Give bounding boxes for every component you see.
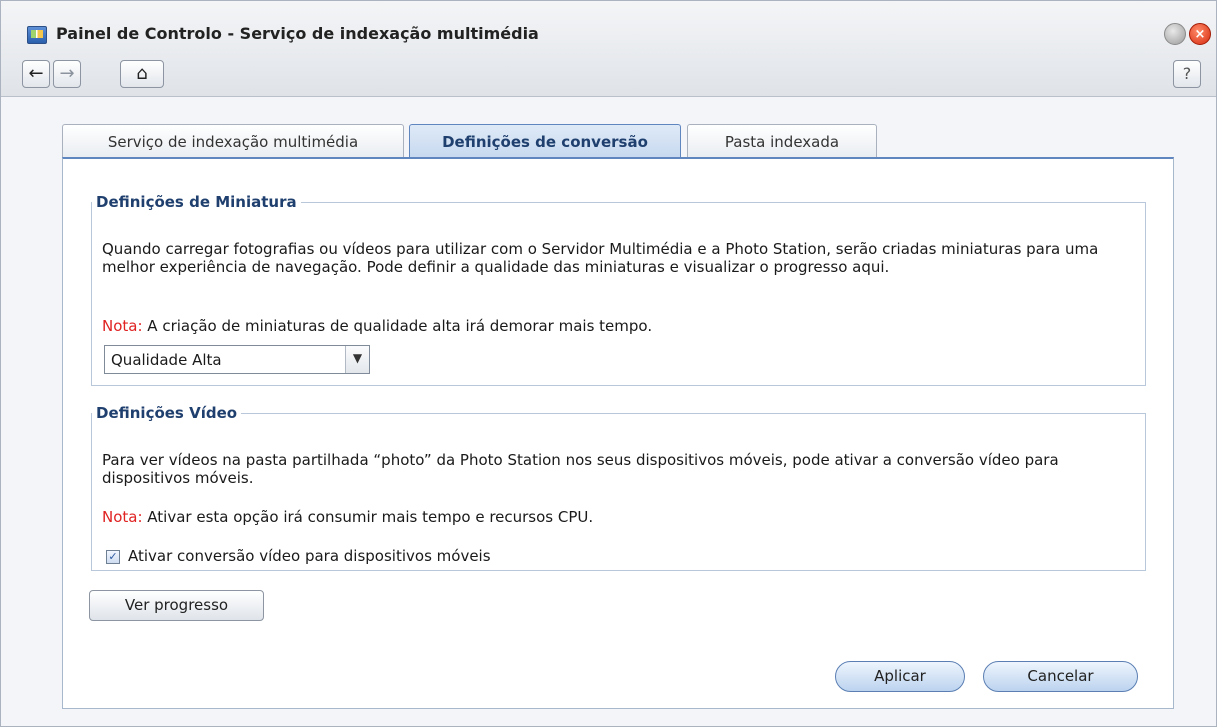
forward-button[interactable]: → [53, 60, 81, 88]
arrow-right-icon: → [59, 63, 75, 84]
video-settings-title: Definições Vídeo [96, 404, 238, 422]
help-button[interactable]: ? [1173, 60, 1201, 88]
note-text: A criação de miniaturas de qualidade alt… [142, 317, 653, 335]
note-text: Ativar esta opção irá consumir mais temp… [142, 508, 594, 526]
home-button[interactable]: ⌂ [120, 60, 164, 88]
control-panel-window: Painel de Controlo - Serviço de indexaçã… [0, 0, 1217, 727]
window-title: Painel de Controlo - Serviço de indexaçã… [56, 24, 539, 43]
arrow-left-icon: ← [28, 63, 44, 84]
video-description: Para ver vídeos na pasta partilhada “pho… [102, 451, 1059, 487]
thumbnail-settings-title: Definições de Miniatura [96, 193, 297, 211]
mobile-video-conversion-label[interactable]: Ativar conversão vídeo para dispositivos… [128, 547, 491, 565]
tab-conversion-settings[interactable]: Definições de conversão [409, 124, 681, 159]
tab-indexed-folder[interactable]: Pasta indexada [687, 124, 877, 159]
mobile-video-conversion-checkbox[interactable]: ✓ [106, 550, 120, 564]
tab-indexing-service[interactable]: Serviço de indexação multimédia [62, 124, 404, 159]
video-note: Nota: Ativar esta opção irá consumir mai… [102, 508, 1122, 526]
video-settings-group: Definições Vídeo Para ver vídeos na past… [91, 404, 1146, 571]
apply-button[interactable]: Aplicar [835, 661, 965, 692]
chevron-down-icon[interactable]: ▼ [345, 346, 369, 373]
conversion-settings-panel: Definições de Miniatura Quando carregar … [62, 157, 1174, 709]
cancel-button[interactable]: Cancelar [983, 661, 1138, 692]
thumbnail-quality-value: Qualidade Alta [111, 351, 222, 369]
home-icon: ⌂ [136, 63, 148, 84]
title-bar: Painel de Controlo - Serviço de indexaçã… [1, 1, 1216, 97]
thumbnail-description: Quando carregar fotografias ou vídeos pa… [102, 240, 1099, 276]
note-label: Nota: [102, 508, 143, 526]
thumbnail-settings-group: Definições de Miniatura Quando carregar … [91, 193, 1146, 386]
thumbnail-note: Nota: A criação de miniaturas de qualida… [102, 317, 1122, 335]
view-progress-button[interactable]: Ver progresso [89, 590, 264, 621]
back-button[interactable]: ← [22, 60, 50, 88]
close-button[interactable]: × [1189, 23, 1211, 45]
thumbnail-quality-select[interactable]: Qualidade Alta ▼ [104, 345, 370, 374]
note-label: Nota: [102, 317, 143, 335]
minimize-button[interactable] [1164, 23, 1186, 45]
control-panel-icon [27, 26, 47, 44]
